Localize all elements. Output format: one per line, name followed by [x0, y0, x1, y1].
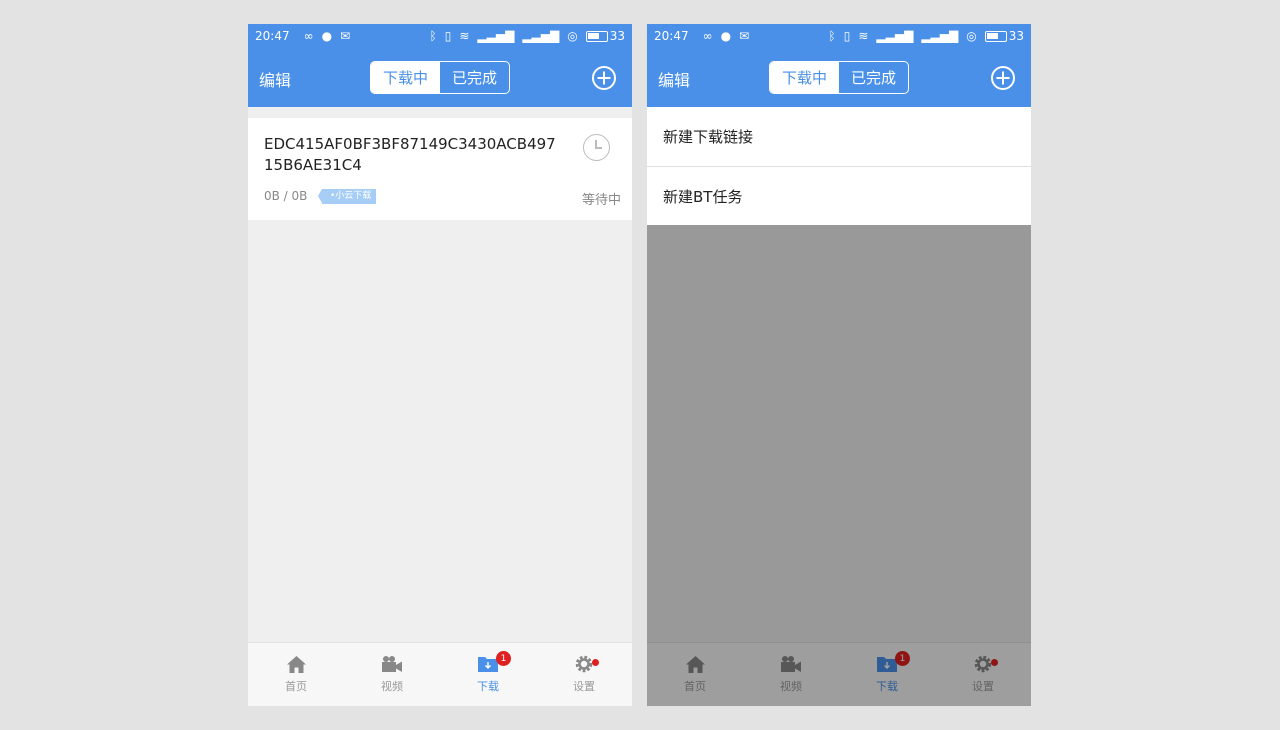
home-icon	[285, 654, 307, 674]
bluetooth-icon: ᛒ	[429, 29, 437, 43]
settings-notification-dot	[592, 659, 599, 666]
infinity-icon: ∞	[303, 29, 314, 43]
video-camera-icon	[381, 654, 403, 674]
tab-downloading[interactable]: 下载中	[371, 62, 440, 93]
tab-home[interactable]: 首页	[248, 643, 344, 706]
download-task-item[interactable]: EDC415AF0BF3BF87149C3430ACB49715B6AE31C4…	[248, 118, 632, 220]
vibrate-icon: ▯	[843, 29, 851, 43]
tab-settings-label: 设置	[573, 680, 595, 693]
segmented-control: 下载中 已完成	[769, 61, 909, 94]
signal-hd-icon: ▂▃▅▇	[522, 29, 560, 43]
tab-settings[interactable]: 设置	[536, 643, 632, 706]
task-status: 等待中	[581, 193, 621, 208]
tab-completed[interactable]: 已完成	[440, 62, 509, 93]
tab-download[interactable]: 1 下载	[440, 643, 536, 706]
edit-button[interactable]: 编辑	[658, 67, 690, 91]
chat-bubble-icon: ●	[720, 29, 732, 43]
mail-icon: ✉	[340, 29, 351, 43]
menu-item-new-bt-task[interactable]: 新建BT任务	[647, 166, 1031, 225]
battery-indicator: 33	[585, 29, 625, 43]
vibrate-icon: ▯	[444, 29, 452, 43]
data-saver-icon: ◎	[567, 29, 578, 43]
status-time: 20:47	[654, 29, 689, 43]
add-task-button[interactable]	[592, 66, 616, 90]
tab-video[interactable]: 视频	[344, 643, 440, 706]
add-task-button[interactable]	[991, 66, 1015, 90]
tab-downloading[interactable]: 下载中	[770, 62, 839, 93]
menu-item-new-download-link[interactable]: 新建下载链接	[647, 107, 1031, 166]
chat-bubble-icon: ●	[321, 29, 333, 43]
bluetooth-icon: ᛒ	[828, 29, 836, 43]
status-bar: 20:47 ∞ ● ✉ ᛒ ▯ ≋ ▂▃▅▇ ▂▃▅▇ ◎ 33	[647, 24, 1031, 48]
data-saver-icon: ◎	[966, 29, 977, 43]
wifi-icon: ≋	[459, 29, 470, 43]
status-bar: 20:47 ∞ ● ✉ ᛒ ▯ ≋ ▂▃▅▇ ▂▃▅▇ ◎ 33	[248, 24, 632, 48]
phone-screen-downloading: 20:47 ∞ ● ✉ ᛒ ▯ ≋ ▂▃▅▇ ▂▃▅▇ ◎ 33 编辑 下载中 …	[248, 24, 632, 706]
task-source-tag: •小云下载	[317, 189, 377, 204]
signal-icon: ▂▃▅▇	[477, 29, 515, 43]
battery-level: 33	[1008, 29, 1024, 43]
tab-video-label: 视频	[381, 680, 403, 693]
signal-icon: ▂▃▅▇	[876, 29, 914, 43]
battery-icon	[585, 30, 608, 42]
add-task-menu: 新建下载链接 新建BT任务	[647, 107, 1031, 225]
battery-level: 33	[609, 29, 625, 43]
clock-icon	[583, 134, 610, 161]
segmented-control: 下载中 已完成	[370, 61, 510, 94]
tab-download-label: 下载	[477, 680, 499, 693]
status-time: 20:47	[255, 29, 290, 43]
signal-hd-icon: ▂▃▅▇	[921, 29, 959, 43]
infinity-icon: ∞	[702, 29, 713, 43]
phone-screen-add-menu: 20:47 ∞ ● ✉ ᛒ ▯ ≋ ▂▃▅▇ ▂▃▅▇ ◎ 33 编辑 下载中 …	[647, 24, 1031, 706]
mail-icon: ✉	[739, 29, 750, 43]
task-size: 0B / 0B	[264, 189, 308, 203]
wifi-icon: ≋	[858, 29, 869, 43]
bottom-tab-bar: 首页 视频 1 下载 设置	[248, 642, 632, 706]
edit-button[interactable]: 编辑	[259, 67, 291, 91]
app-bar: 编辑 下载中 已完成	[647, 48, 1031, 107]
app-bar: 编辑 下载中 已完成	[248, 48, 632, 107]
battery-icon	[984, 30, 1007, 42]
menu-dim-overlay[interactable]	[647, 225, 1031, 706]
download-badge: 1	[496, 651, 511, 666]
battery-indicator: 33	[984, 29, 1024, 43]
task-name: EDC415AF0BF3BF87149C3430ACB49715B6AE31C4	[264, 135, 556, 174]
tab-completed[interactable]: 已完成	[839, 62, 908, 93]
tab-home-label: 首页	[285, 680, 307, 693]
